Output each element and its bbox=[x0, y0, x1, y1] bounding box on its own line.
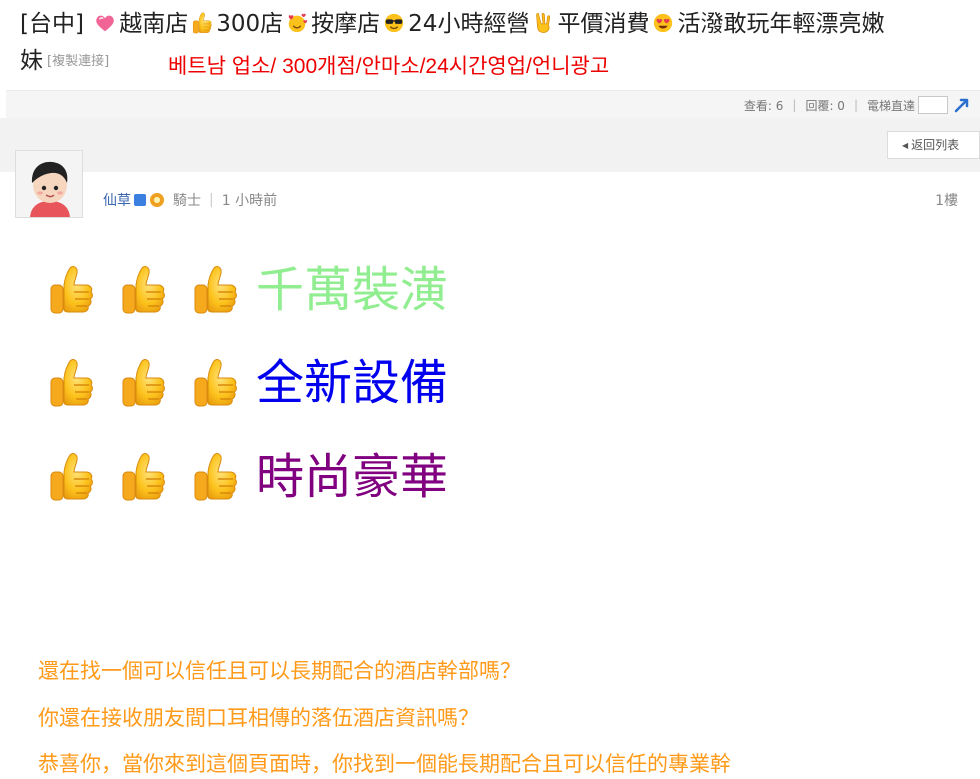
body-paragraph: 還在找一個可以信任且可以長期配合的酒店幹部嗎？ bbox=[38, 659, 521, 683]
title-part-300-shop: 300店 bbox=[216, 11, 284, 37]
page-band bbox=[0, 118, 980, 172]
thumbs-up-icon bbox=[48, 358, 94, 408]
feature-line-3: 時尚豪華 bbox=[48, 449, 448, 505]
stats-divider: | bbox=[792, 98, 797, 112]
avatar[interactable] bbox=[15, 150, 83, 218]
heart-eyes-face-icon bbox=[654, 13, 673, 33]
thumbs-up-icon bbox=[48, 265, 94, 315]
thumbs-up-icon bbox=[120, 265, 166, 315]
sunglasses-face-icon bbox=[385, 13, 404, 33]
title-part-affordable: 平價消費 bbox=[557, 11, 650, 37]
thread-title: [台中] 越南店 300店 按摩店 24小時經營 平價消費 活潑敢玩年輕漂亮嫩 bbox=[20, 9, 884, 39]
feature-text: 時尚豪華 bbox=[256, 449, 449, 505]
title-part-massage-shop: 按摩店 bbox=[311, 11, 381, 37]
back-to-list-label: 返回列表 bbox=[911, 138, 960, 152]
floor-jump-input[interactable] bbox=[918, 96, 948, 114]
view-count: 查看: 6 bbox=[743, 98, 784, 113]
victory-hand-icon bbox=[536, 12, 551, 33]
title-part-description: 活潑敢玩年輕漂亮嫩 bbox=[677, 11, 885, 37]
thumbs-up-icon bbox=[120, 452, 166, 502]
caret-left-icon: ◀ bbox=[902, 141, 909, 150]
post-time: 1 小時前 bbox=[221, 193, 278, 209]
thumbs-up-icon bbox=[48, 452, 94, 502]
thread-stats: 查看: 6 | 回覆: 0 | 電梯直達 bbox=[744, 96, 970, 114]
feature-text: 千萬裝潢 bbox=[256, 262, 449, 318]
thumbs-up-icon bbox=[191, 12, 213, 34]
body-paragraph: 你還在接收朋友間口耳相傳的落伍酒店資訊嗎？ bbox=[38, 706, 479, 730]
feature-text: 全新設備 bbox=[256, 355, 449, 411]
pink-heart-icon bbox=[96, 15, 115, 32]
reply-count: 回覆: 0 bbox=[805, 98, 845, 113]
korean-caption: 베트남 업소/ 300개점/안마소/24시간영업/언니광고 bbox=[168, 55, 610, 78]
thumbs-up-icon bbox=[192, 265, 238, 315]
thumbs-up-icon bbox=[192, 358, 238, 408]
post-meta: 仙草 騎士 | 1 小時前 bbox=[103, 190, 277, 210]
gold-medal-badge-icon bbox=[150, 193, 164, 207]
body-paragraph: 恭喜你，當你來到這個頁面時，你找到一個能長期配合且可以信任的專業幹 bbox=[38, 752, 731, 776]
back-to-list-button[interactable]: ◀ 返回列表 bbox=[887, 131, 980, 159]
thumbs-up-icon bbox=[120, 358, 166, 408]
floor-number[interactable]: 1樓 bbox=[935, 190, 958, 210]
thread-title-continued: 妹 [複製連接] bbox=[20, 46, 109, 77]
meta-divider: | bbox=[209, 192, 214, 208]
jump-label: 電梯直達 bbox=[866, 98, 915, 113]
avatar-image bbox=[16, 151, 82, 217]
go-arrow-icon[interactable] bbox=[954, 97, 970, 113]
blue-square-badge-icon bbox=[134, 194, 146, 206]
user-rank: 騎士 bbox=[173, 193, 201, 209]
smiling-face-hearts-icon bbox=[288, 13, 308, 33]
title-part-24h: 24小時經營 bbox=[408, 11, 530, 37]
stats-divider: | bbox=[853, 98, 858, 112]
feature-line-1: 千萬裝潢 bbox=[48, 262, 448, 318]
feature-line-2: 全新設備 bbox=[48, 355, 448, 411]
thumbs-up-icon bbox=[192, 452, 238, 502]
thread-header: [台中] 越南店 300店 按摩店 24小時經營 平價消費 活潑敢玩年輕漂亮嫩 妹 [複製連… bbox=[0, 0, 980, 90]
copy-link[interactable]: [複製連接] bbox=[47, 54, 109, 69]
title-part-end: 妹 bbox=[20, 48, 43, 74]
author-name[interactable]: 仙草 bbox=[103, 190, 131, 210]
title-part-vietnam-shop: 越南店 bbox=[119, 11, 189, 37]
title-region: [台中] bbox=[20, 11, 84, 37]
thread-stats-bar: 查看: 6 | 回覆: 0 | 電梯直達 bbox=[6, 90, 980, 118]
